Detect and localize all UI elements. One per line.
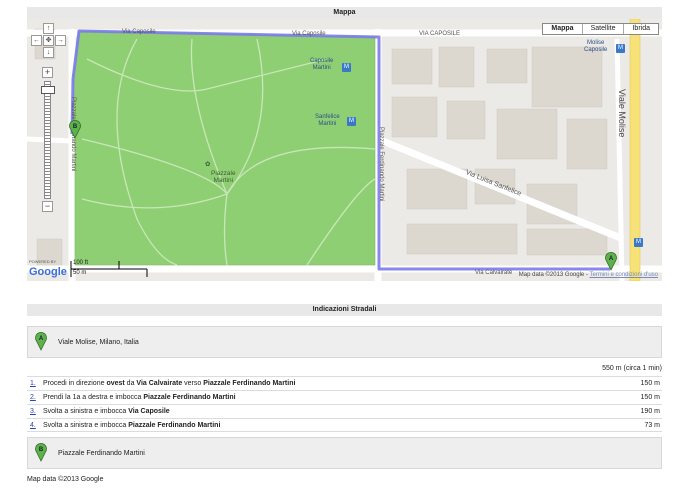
- step-instruction-text: Procedi in direzione: [43, 380, 107, 387]
- step-instruction-emphasis: Piazzale Ferdinando Martini: [143, 394, 236, 401]
- map-type-ibrida[interactable]: Ibrida: [623, 24, 658, 34]
- zoom-slider-thumb[interactable]: [41, 86, 55, 94]
- scale-bar: 100 ft 50 m: [69, 260, 149, 278]
- pan-up-button[interactable]: ↑: [43, 23, 54, 34]
- step-instruction: Svolta a sinistra e imbocca Via Caposile: [43, 405, 170, 418]
- step-instruction-emphasis: Via Caposile: [128, 408, 170, 415]
- step-number-link[interactable]: 3.: [30, 405, 36, 418]
- map-attribution: Map data ©2013 Google - Termini e condiz…: [518, 272, 658, 278]
- step-instruction-emphasis: Piazzale Ferdinando Martini: [128, 422, 221, 429]
- svg-text:B: B: [73, 124, 78, 130]
- step-number-link[interactable]: 1.: [30, 377, 36, 390]
- label-metro-caposile: Caposile Martini: [310, 58, 334, 71]
- start-waypoint: A Viale Molise, Milano, Italia: [27, 326, 662, 358]
- directions-steps: 1. Procedi in direzione ovest da Via Calv…: [27, 376, 662, 432]
- label-park: Piazzale Martini: [211, 170, 236, 184]
- step-instruction: Prendi la 1a a destra e imbocca Piazzale…: [43, 391, 236, 404]
- terms-link[interactable]: Termini e condizioni d'uso: [589, 272, 658, 278]
- pan-control[interactable]: ↑ ← ✥ → ↓: [31, 23, 67, 59]
- marker-a-icon[interactable]: A: [604, 251, 618, 271]
- zoom-in-button[interactable]: +: [42, 67, 53, 78]
- directions-section-title: Indicazioni Stradali: [27, 304, 662, 316]
- pan-right-button[interactable]: →: [55, 35, 66, 46]
- step-distance: 150 m: [640, 394, 660, 401]
- metro-icon: M: [342, 63, 351, 72]
- marker-b-icon: B: [35, 443, 47, 462]
- park-icon: ✿: [205, 161, 211, 168]
- map-data-text: Map data ©2013 Google: [518, 272, 585, 278]
- footer-attribution: Map data ©2013 Google: [27, 476, 104, 483]
- end-waypoint: B Piazzale Ferdinando Martini: [27, 437, 662, 469]
- label-viale-molise: Viale Molise: [617, 89, 627, 138]
- metro-icon: M: [634, 238, 643, 247]
- step-instruction-emphasis: Via Calvairate: [136, 380, 183, 387]
- step-instruction: Procedi in direzione ovest da Via Calvai…: [43, 377, 295, 390]
- map-view[interactable]: ↑ ← ✥ → ↓ + − Mappa Satellite Ibrida Via…: [27, 19, 662, 281]
- label-via-caposile-3: VIA CAPOSILE: [419, 31, 461, 37]
- metro-icon: M: [616, 44, 625, 53]
- pan-center-button[interactable]: ✥: [43, 35, 54, 46]
- map-type-mappa[interactable]: Mappa: [543, 24, 581, 34]
- label-via-calvairate: Via Calvairate: [475, 270, 513, 276]
- step-instruction-emphasis: ovest: [106, 380, 125, 387]
- step-instruction-text: Svolta a sinistra e imbocca: [43, 408, 129, 415]
- map-canvas[interactable]: [27, 19, 662, 281]
- svg-text:A: A: [39, 336, 44, 342]
- marker-b-icon[interactable]: B: [68, 119, 82, 139]
- zoom-out-button[interactable]: −: [42, 201, 53, 212]
- label-metro-sanfelice: Sanfelice Martini: [315, 114, 340, 127]
- direction-step[interactable]: 2. Prendi la 1a a destra e imbocca Piazza…: [27, 390, 662, 404]
- route-summary: 550 m (circa 1 min): [602, 365, 662, 372]
- map-type-control[interactable]: Mappa Satellite Ibrida: [542, 23, 659, 35]
- scale-meters: 50 m: [73, 270, 87, 276]
- start-address: Viale Molise, Milano, Italia: [58, 339, 139, 346]
- step-instruction-text: da: [124, 380, 137, 387]
- direction-step[interactable]: 4. Svolta a sinistra e imbocca Piazzale F…: [27, 418, 662, 432]
- google-logo[interactable]: Google: [29, 266, 67, 278]
- zoom-slider-track[interactable]: [44, 81, 51, 199]
- step-distance: 73 m: [644, 422, 660, 429]
- step-instruction-text: Svolta a sinistra e imbocca: [43, 422, 129, 429]
- pan-left-button[interactable]: ←: [31, 35, 42, 46]
- step-instruction-emphasis: Piazzale Ferdinando Martini: [203, 380, 296, 387]
- step-instruction-text: Prendi la 1a a destra e imbocca: [43, 394, 144, 401]
- direction-step[interactable]: 1. Procedi in direzione ovest da Via Calv…: [27, 376, 662, 390]
- svg-text:A: A: [609, 256, 614, 262]
- label-via-caposile-2: Via Caposile: [292, 31, 326, 37]
- label-via-caposile-1: Via Caposile: [122, 29, 156, 35]
- metro-icon: M: [347, 117, 356, 126]
- svg-text:B: B: [39, 447, 44, 453]
- label-piazzale-martini-right: Piazzale Ferdinando Martini: [378, 127, 384, 202]
- label-metro-molise-caposile: Molise Caposile: [584, 40, 608, 53]
- direction-step[interactable]: 3. Svolta a sinistra e imbocca Via Caposi…: [27, 404, 662, 418]
- end-address: Piazzale Ferdinando Martini: [58, 450, 145, 457]
- scale-feet: 100 ft: [73, 260, 89, 266]
- step-distance: 190 m: [640, 408, 660, 415]
- powered-by-label: POWERED BY: [29, 259, 57, 264]
- marker-a-icon: A: [35, 332, 47, 351]
- step-number-link[interactable]: 2.: [30, 391, 36, 404]
- step-instruction-text: verso: [182, 380, 204, 387]
- map-type-satellite[interactable]: Satellite: [581, 24, 624, 34]
- step-instruction: Svolta a sinistra e imbocca Piazzale Fer…: [43, 419, 220, 432]
- pan-down-button[interactable]: ↓: [43, 47, 54, 58]
- map-section-title: Mappa: [27, 7, 662, 19]
- step-number-link[interactable]: 4.: [30, 419, 36, 432]
- zoom-control[interactable]: + −: [41, 65, 55, 215]
- step-distance: 150 m: [640, 380, 660, 387]
